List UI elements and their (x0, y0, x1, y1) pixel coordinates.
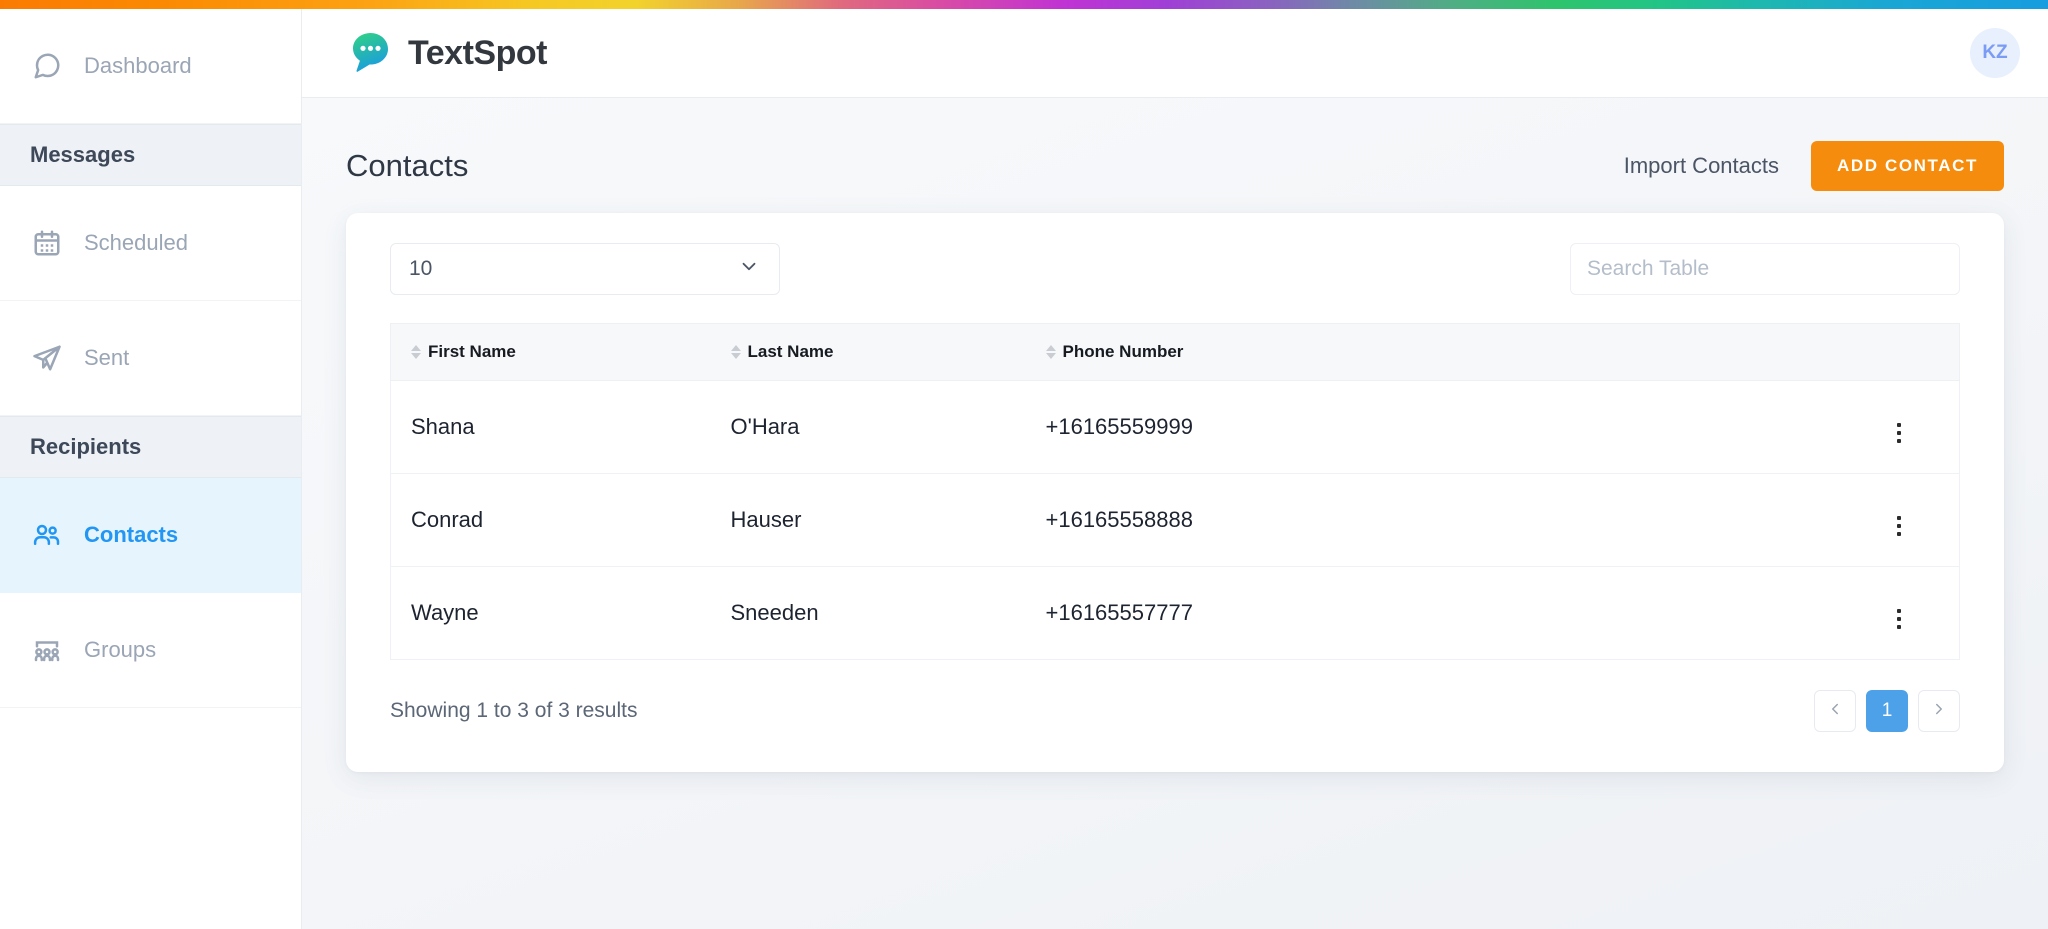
sidebar-section-label: Messages (0, 142, 135, 168)
sidebar-item-dashboard[interactable]: Dashboard (0, 9, 301, 124)
avatar[interactable]: KZ (1970, 28, 2020, 78)
table-row[interactable]: Conrad Hauser +16165558888 (391, 474, 1960, 567)
column-label: Phone Number (1063, 342, 1184, 362)
search-input[interactable] (1570, 243, 1960, 295)
table-body: Shana O'Hara +16165559999 Conrad Hauser … (391, 381, 1960, 660)
app-root: Dashboard Messages Sched (0, 0, 2048, 929)
import-contacts-button[interactable]: Import Contacts (1624, 153, 1779, 179)
page-size-select[interactable]: 10 (390, 243, 780, 295)
pagination: 1 (1814, 690, 1960, 732)
cell-phone-number: +16165557777 (1046, 567, 1840, 660)
main-content: Contacts Import Contacts ADD CONTACT 10 (302, 98, 2048, 929)
cell-phone-number: +16165559999 (1046, 381, 1840, 474)
sort-icon (1046, 345, 1056, 359)
sidebar: Dashboard Messages Sched (0, 9, 302, 929)
row-menu-icon[interactable] (1887, 419, 1911, 447)
page-size-select-wrapper: 10 (390, 243, 780, 295)
pagination-prev-button[interactable] (1814, 690, 1856, 732)
sidebar-item-label: Scheduled (84, 230, 188, 256)
sort-icon (731, 345, 741, 359)
cell-actions (1840, 381, 1960, 474)
sidebar-item-groups[interactable]: Groups (0, 593, 301, 708)
results-summary: Showing 1 to 3 of 3 results (390, 699, 637, 723)
paper-plane-icon (30, 341, 64, 375)
table-footer: Showing 1 to 3 of 3 results 1 (390, 690, 1960, 732)
row-menu-icon[interactable] (1887, 605, 1911, 633)
sidebar-section-messages: Messages (0, 124, 301, 186)
column-label: Last Name (748, 342, 834, 362)
cell-first-name: Shana (391, 381, 731, 474)
cell-last-name: Hauser (731, 474, 1046, 567)
column-header-first-name[interactable]: First Name (391, 324, 731, 381)
page-header: Contacts Import Contacts ADD CONTACT (302, 98, 2048, 202)
column-header-phone-number[interactable]: Phone Number (1046, 324, 1840, 381)
column-header-last-name[interactable]: Last Name (731, 324, 1046, 381)
sidebar-item-label: Sent (84, 345, 129, 371)
contacts-card: 10 First Na (346, 213, 2004, 772)
cell-last-name: O'Hara (731, 381, 1046, 474)
cell-actions (1840, 567, 1960, 660)
brand[interactable]: TextSpot (346, 29, 547, 77)
row-menu-icon[interactable] (1887, 512, 1911, 540)
pagination-page-1[interactable]: 1 (1866, 690, 1908, 732)
speech-bubble-logo-icon (346, 29, 394, 77)
chevron-right-icon (1930, 700, 1948, 723)
column-header-actions (1840, 324, 1960, 381)
page-actions: Import Contacts ADD CONTACT (1624, 141, 2004, 191)
table-header-row: First Name Last Name P (391, 324, 1960, 381)
sidebar-item-sent[interactable]: Sent (0, 301, 301, 416)
sidebar-item-label: Dashboard (84, 53, 192, 79)
add-contact-button[interactable]: ADD CONTACT (1811, 141, 2004, 191)
table-row[interactable]: Shana O'Hara +16165559999 (391, 381, 1960, 474)
chat-bubble-icon (30, 49, 64, 83)
table-row[interactable]: Wayne Sneeden +16165557777 (391, 567, 1960, 660)
cell-last-name: Sneeden (731, 567, 1046, 660)
cell-actions (1840, 474, 1960, 567)
cell-phone-number: +16165558888 (1046, 474, 1840, 567)
column-label: First Name (428, 342, 516, 362)
contacts-table: First Name Last Name P (390, 323, 1960, 660)
cell-first-name: Wayne (391, 567, 731, 660)
page-size-value: 10 (409, 257, 432, 281)
chevron-left-icon (1826, 700, 1844, 723)
cell-first-name: Conrad (391, 474, 731, 567)
sidebar-item-label: Groups (84, 637, 156, 663)
sidebar-section-label: Recipients (0, 434, 141, 460)
people-icon (30, 518, 64, 552)
calendar-icon (30, 226, 64, 260)
page-title: Contacts (346, 148, 468, 184)
pagination-next-button[interactable] (1918, 690, 1960, 732)
sort-icon (411, 345, 421, 359)
group-grid-icon (30, 633, 64, 667)
topbar: TextSpot KZ (302, 9, 2048, 98)
sidebar-section-recipients: Recipients (0, 416, 301, 478)
sidebar-item-contacts[interactable]: Contacts (0, 478, 301, 593)
brand-name: TextSpot (408, 34, 547, 73)
table-head: First Name Last Name P (391, 324, 1960, 381)
rainbow-accent-bar (0, 0, 2048, 9)
sidebar-item-label: Contacts (84, 522, 178, 548)
table-toolbar: 10 (390, 243, 1960, 295)
sidebar-item-scheduled[interactable]: Scheduled (0, 186, 301, 301)
